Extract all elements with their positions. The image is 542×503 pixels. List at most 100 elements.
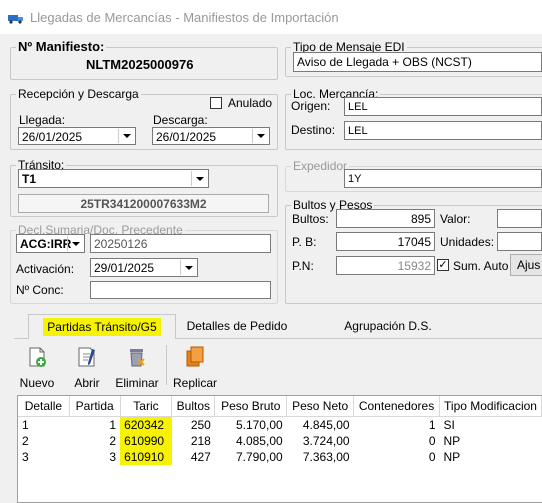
ajustar-label: Ajus xyxy=(517,258,541,272)
table-row[interactable]: 1 1 620342 250 5.170,00 4.845,00 1 SI xyxy=(18,416,542,433)
cell-bultos: 427 xyxy=(190,450,211,464)
table-row[interactable]: 3 3 610910 427 7.790,00 7.363,00 0 NP xyxy=(18,449,542,465)
manifest-number: NLTM2025000976 xyxy=(86,57,194,72)
decl-type-value: ACG:IRR xyxy=(20,237,72,251)
edi-select[interactable]: Aviso de Llegada + OBS (NCST) xyxy=(293,52,542,72)
table-header-row: Detalle Partida Taric Bultos Peso Bruto … xyxy=(18,396,542,417)
toolbar-divider xyxy=(166,345,167,385)
cell-contenedores: 0 xyxy=(428,434,436,448)
tab-agrupacion-label: Agrupación D.S. xyxy=(344,319,432,333)
cell-partida: 3 xyxy=(109,450,117,464)
abrir-button[interactable]: Abrir xyxy=(69,345,105,390)
replicar-button[interactable]: Replicar xyxy=(171,345,219,390)
trash-icon xyxy=(130,349,145,367)
cell-detalle: 2 xyxy=(22,434,29,448)
anulado-label: Anulado xyxy=(228,96,273,110)
col-detalle-header[interactable]: Detalle xyxy=(18,396,70,417)
origen-input[interactable]: LEL xyxy=(344,97,542,116)
expedidor-input[interactable]: 1Y xyxy=(344,169,542,188)
copy-icon xyxy=(186,346,204,367)
pn-label: P.N: xyxy=(292,259,314,273)
destino-value: LEL xyxy=(348,125,368,137)
cell-peso-bruto: 5.170,00 xyxy=(235,418,283,432)
cell-detalle: 1 xyxy=(22,418,29,432)
anulado-checkbox[interactable] xyxy=(210,97,222,109)
nuevo-button[interactable]: Nuevo xyxy=(17,345,57,390)
bultos-value: 895 xyxy=(410,212,431,226)
truck-icon xyxy=(8,15,23,24)
activacion-date-picker[interactable]: 29/01/2025 xyxy=(90,258,198,277)
cell-tipo-modificacion: NP xyxy=(443,434,461,448)
pb-input[interactable]: 17045 xyxy=(336,232,435,251)
chevron-down-icon[interactable] xyxy=(67,236,83,251)
tab-detalles-label: Detalles de Pedido xyxy=(186,319,288,333)
descarga-label: Descarga: xyxy=(153,113,208,127)
cell-partida: 2 xyxy=(109,434,117,448)
transito-code-field[interactable]: 25TR341200007633M2 xyxy=(18,194,269,213)
tab-agrupacion-ds[interactable]: Agrupación D.S. xyxy=(334,314,442,338)
partidas-table: Detalle Partida Taric Bultos Peso Bruto … xyxy=(17,395,542,503)
ajustar-button[interactable]: Ajus xyxy=(510,254,542,276)
chevron-down-icon[interactable] xyxy=(191,171,207,186)
chevron-down-icon[interactable] xyxy=(252,129,268,143)
expedidor-label: Expedidor xyxy=(293,159,348,173)
cell-partida: 1 xyxy=(109,418,117,432)
col-peso-bruto-header[interactable]: Peso Bruto xyxy=(214,396,288,417)
decl-type-select[interactable]: ACG:IRR xyxy=(16,234,85,253)
col-bultos-header[interactable]: Bultos xyxy=(171,396,216,417)
reception-label: Recepción y Descarga xyxy=(18,87,139,101)
sum-auto-checkbox[interactable]: ✓ xyxy=(437,259,449,271)
decl-number-input[interactable]: 20250126 xyxy=(90,234,271,253)
activacion-value: 29/01/2025 xyxy=(94,261,155,275)
table-row[interactable]: 2 2 610990 218 4.085,00 3.724,00 0 NP xyxy=(18,433,542,449)
transito-type-value: T1 xyxy=(22,172,37,186)
cell-peso-neto: 3.724,00 xyxy=(302,434,350,448)
cell-contenedores: 1 xyxy=(428,418,436,432)
transito-code-value: 25TR341200007633M2 xyxy=(80,197,207,211)
origen-value: LEL xyxy=(348,101,368,113)
eliminar-button[interactable]: Eliminar xyxy=(113,345,161,390)
descarga-date-picker[interactable]: 26/01/2025 xyxy=(152,127,270,145)
col-contenedores-header[interactable]: Contenedores xyxy=(353,396,440,417)
destino-label: Destino: xyxy=(291,123,336,137)
valor-input[interactable] xyxy=(497,209,542,228)
col-peso-neto-header[interactable]: Peso Neto xyxy=(286,396,355,417)
tab-partidas-transito[interactable]: Partidas Tránsito/G5 xyxy=(28,314,176,339)
cell-detalle: 3 xyxy=(22,450,29,464)
col-tipo-modificacion-header[interactable]: Tipo Modificacion xyxy=(439,396,542,417)
destino-input[interactable]: LEL xyxy=(344,121,542,140)
new-document-icon xyxy=(29,347,46,367)
conc-input[interactable] xyxy=(90,281,271,299)
title-bar: Llegadas de Mercancías - Manifiestos de … xyxy=(0,0,542,34)
chevron-down-icon[interactable] xyxy=(180,260,196,275)
col-taric-header[interactable]: Taric xyxy=(120,396,173,417)
cell-taric: 610910 xyxy=(120,449,172,465)
llegada-date-picker[interactable]: 26/01/2025 xyxy=(18,127,136,145)
unidades-input[interactable] xyxy=(497,232,542,251)
manifest-label: Nº Manifiesto: xyxy=(18,39,105,54)
tab-partidas-label: Partidas Tránsito/G5 xyxy=(43,318,161,336)
bultos-label: Bultos: xyxy=(292,212,329,226)
cell-taric: 610990 xyxy=(120,433,172,449)
cell-peso-neto: 4.845,00 xyxy=(302,418,350,432)
expedidor-value: 1Y xyxy=(348,173,362,185)
chevron-down-icon[interactable] xyxy=(118,129,134,143)
valor-label: Valor: xyxy=(440,212,471,226)
cell-bultos: 218 xyxy=(190,434,211,448)
eliminar-label: Eliminar xyxy=(115,376,159,390)
tab-detalles-pedido[interactable]: Detalles de Pedido xyxy=(174,314,300,338)
cell-tipo-modificacion: NP xyxy=(443,450,461,464)
cell-peso-neto: 7.363,00 xyxy=(302,450,350,464)
pn-input[interactable]: 15932 xyxy=(336,256,435,275)
bultos-input[interactable]: 895 xyxy=(336,209,435,228)
conc-label: Nº Conc: xyxy=(16,283,64,297)
pn-value: 15932 xyxy=(397,259,431,273)
open-document-icon xyxy=(78,347,95,367)
llegada-label: Llegada: xyxy=(19,113,66,127)
origen-label: Origen: xyxy=(291,99,331,113)
replicar-label: Replicar xyxy=(172,376,217,390)
col-partida-header[interactable]: Partida xyxy=(69,396,121,417)
cell-bultos: 250 xyxy=(190,418,211,432)
transito-type-select[interactable]: T1 xyxy=(18,169,209,188)
tab-bar: Partidas Tránsito/G5 Detalles de Pedido … xyxy=(14,314,542,339)
